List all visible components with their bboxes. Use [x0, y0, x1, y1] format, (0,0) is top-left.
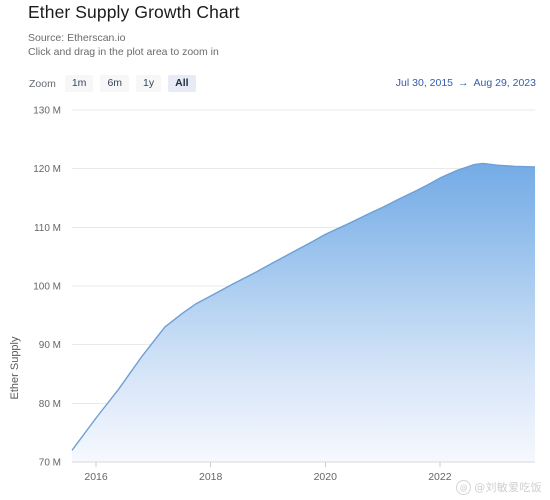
y-axis-tick-labels: 70 M 80 M 90 M 100 M 110 M 120 M 130 M — [33, 106, 61, 469]
y-tick-70: 70 M — [39, 458, 61, 469]
y-tick-120: 120 M — [33, 164, 61, 175]
area-fill — [72, 163, 535, 462]
y-tick-110: 110 M — [34, 223, 61, 234]
range-button-6m[interactable]: 6m — [100, 75, 129, 92]
x-tick-2022: 2022 — [428, 471, 452, 483]
range-button-all[interactable]: All — [168, 75, 195, 92]
y-tick-130: 130 M — [33, 106, 61, 117]
x-tick-2016: 2016 — [84, 471, 108, 483]
date-range-arrow-icon: → — [458, 77, 469, 89]
date-range-start[interactable]: Jul 30, 2015 — [396, 77, 453, 89]
y-tick-80: 80 M — [39, 399, 61, 410]
page-title: Ether Supply Growth Chart — [28, 2, 240, 23]
x-axis-tick-labels: 2016 2018 2020 2022 — [84, 471, 451, 483]
chart-zoom-hint: Click and drag in the plot area to zoom … — [28, 45, 219, 59]
chart-source-label: Source: Etherscan.io — [28, 31, 219, 45]
y-tick-90: 90 M — [39, 340, 61, 351]
y-tick-100: 100 M — [33, 282, 61, 293]
date-range-end[interactable]: Aug 29, 2023 — [474, 77, 536, 89]
chart-subtitle: Source: Etherscan.io Click and drag in t… — [28, 31, 219, 59]
plot-area[interactable]: 70 M80 M90 M100 M110 M120 M130 M 2016201… — [0, 96, 550, 500]
x-tick-2020: 2020 — [314, 471, 338, 483]
range-selector: Zoom 1m 6m 1y All — [29, 75, 196, 92]
axes — [72, 462, 535, 467]
date-range-display: Jul 30, 2015 → Aug 29, 2023 — [396, 77, 536, 89]
y-axis-title: Ether Supply — [9, 336, 21, 399]
ether-supply-chart-card: Ether Supply Growth Chart Source: Ethers… — [0, 0, 550, 500]
range-button-1y[interactable]: 1y — [136, 75, 161, 92]
area-series-group — [72, 163, 535, 462]
x-tick-2018: 2018 — [199, 471, 223, 483]
range-button-1m[interactable]: 1m — [65, 75, 94, 92]
zoom-label: Zoom — [29, 78, 56, 90]
